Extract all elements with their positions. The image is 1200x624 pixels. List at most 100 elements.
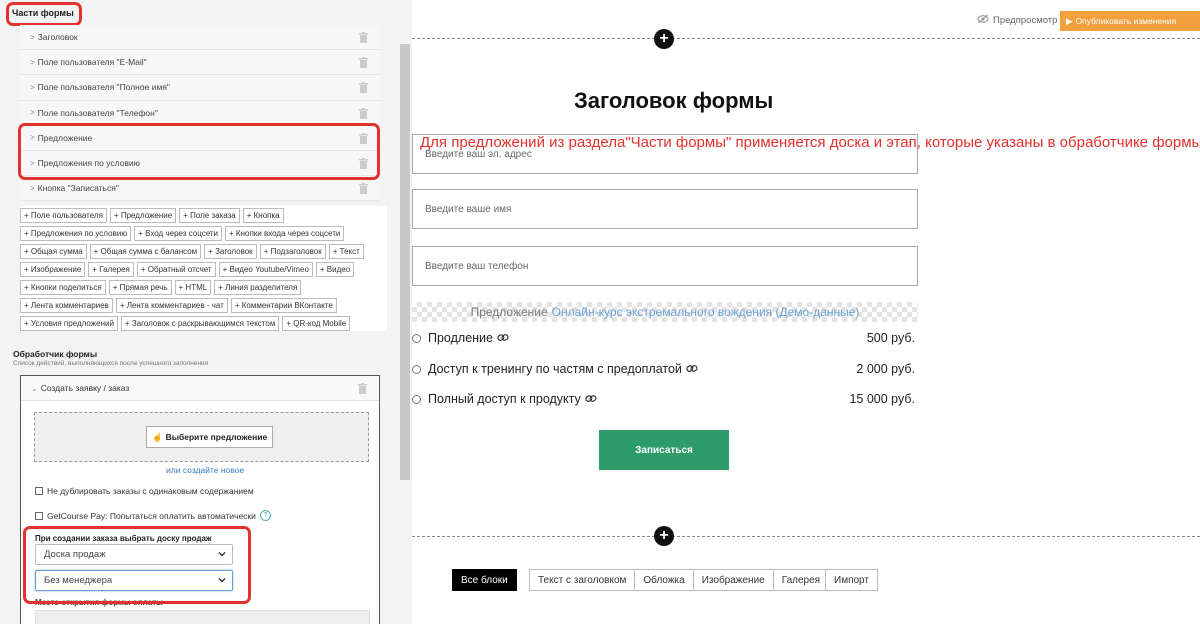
- eye-slash-icon: [977, 14, 989, 27]
- offer-course-name[interactable]: Онлайн-курс экстремального вождения (Дем…: [552, 305, 860, 319]
- offer-radio[interactable]: [412, 333, 421, 343]
- tab-cover[interactable]: Обложка: [635, 569, 694, 591]
- handler-title: Обработчик формы: [13, 349, 98, 359]
- tab-image[interactable]: Изображение: [693, 569, 774, 591]
- add-part-button[interactable]: + Галерея: [88, 262, 134, 277]
- chevron-right-icon: >: [30, 32, 35, 42]
- add-part-button[interactable]: + Прямая речь: [108, 280, 172, 295]
- add-part-button[interactable]: + Поле пользователя: [20, 208, 107, 223]
- trash-icon[interactable]: [359, 183, 368, 196]
- left-panel-scrollbar[interactable]: [400, 44, 410, 480]
- offer-price: 500 руб.: [866, 331, 915, 345]
- offer-option[interactable]: Доступ к тренингу по частям с предоплато…: [412, 359, 915, 379]
- add-part-button[interactable]: + Подзаголовок: [259, 244, 326, 259]
- add-part-button[interactable]: + Линия разделителя: [214, 280, 302, 295]
- getcourse-pay-label: GetCourse Pay: Попытаться оплатить автом…: [47, 510, 256, 521]
- link-icon: [585, 392, 597, 406]
- part-label: Поле пользователя "Полное имя": [37, 82, 170, 93]
- offer-option[interactable]: Полный доступ к продукту 15 000 руб.: [412, 389, 915, 409]
- highlight-board-selects: [23, 526, 251, 604]
- add-part-button[interactable]: + Условия предложений: [20, 316, 118, 331]
- handler-subtitle: Список действий, выполняющихся после усп…: [13, 360, 209, 367]
- part-row-phone[interactable]: > Поле пользователя "Телефон": [20, 100, 380, 126]
- chevron-right-icon: >: [30, 82, 35, 92]
- part-row-email[interactable]: > Поле пользователя "E-Mail": [20, 50, 380, 76]
- offer-drop-zone: ☝ Выберите предложение: [34, 412, 369, 462]
- preview-label: Предпросмотр: [993, 15, 1058, 26]
- part-label: Поле пользователя "Телефон": [37, 107, 158, 118]
- no-duplicates-checkbox[interactable]: [35, 487, 43, 495]
- add-part-button[interactable]: + Кнопки входа через соцсети: [225, 226, 345, 241]
- offer-name: Полный доступ к продукту: [428, 392, 581, 406]
- add-part-button[interactable]: + Кнопка: [242, 208, 284, 223]
- chevron-down-icon: ⌄: [31, 383, 38, 393]
- no-duplicates-label: Не дублировать заказы с одинаковым содер…: [47, 486, 254, 496]
- trash-icon[interactable]: [359, 82, 368, 95]
- part-label: Кнопка "Записаться": [37, 183, 119, 194]
- part-row-title[interactable]: > Заголовок: [20, 25, 380, 51]
- add-part-button[interactable]: + Заголовок с раскрывающимся текстом: [120, 316, 280, 331]
- part-label: Заголовок: [37, 32, 78, 43]
- publish-button[interactable]: ▶ Опубликовать изменения: [1060, 11, 1200, 31]
- name-field[interactable]: Введите ваше имя: [412, 189, 918, 229]
- create-new-link[interactable]: или создайте новое: [166, 465, 244, 475]
- add-part-button[interactable]: + HTML: [174, 280, 212, 295]
- trash-icon[interactable]: [359, 107, 368, 121]
- getcourse-pay-option[interactable]: GetCourse Pay: Попытаться оплатить автом…: [35, 510, 271, 521]
- offer-radio[interactable]: [412, 364, 421, 374]
- annotation-text: Для предложений из раздела"Части формы" …: [420, 134, 1200, 151]
- trash-icon[interactable]: [359, 32, 368, 45]
- add-block-bottom-icon[interactable]: +: [654, 526, 674, 546]
- offer-name: Доступ к тренингу по частям с предоплато…: [428, 362, 682, 376]
- play-icon: ▶: [1066, 15, 1073, 26]
- add-part-button[interactable]: + Предложения по условию: [20, 226, 132, 241]
- phone-field[interactable]: Введите ваш телефон: [412, 246, 918, 286]
- add-part-button[interactable]: + Поле заказа: [179, 208, 240, 223]
- import-button[interactable]: Импорт: [825, 569, 878, 591]
- add-part-button[interactable]: + Видео Youtube/Vimeo: [218, 262, 313, 277]
- no-duplicates-option[interactable]: Не дублировать заказы с одинаковым содер…: [35, 486, 254, 496]
- chevron-right-icon: >: [30, 108, 35, 118]
- add-part-button[interactable]: + Видео: [315, 262, 355, 277]
- import-group: Импорт: [825, 569, 878, 591]
- add-part-button[interactable]: + Обратный отсчет: [136, 262, 216, 277]
- add-parts-area: + Поле пользователя + Предложение + Поле з…: [20, 206, 387, 331]
- getcourse-pay-checkbox[interactable]: [35, 511, 43, 520]
- add-part-button[interactable]: + Кнопки поделиться: [20, 280, 106, 295]
- pick-offer-button[interactable]: ☝ Выберите предложение: [146, 426, 274, 448]
- link-icon: [497, 331, 509, 345]
- tab-gallery[interactable]: Галерея: [773, 569, 830, 591]
- add-block-top-icon[interactable]: +: [654, 29, 674, 49]
- trash-icon[interactable]: [359, 57, 368, 70]
- trash-icon[interactable]: [358, 383, 367, 396]
- add-part-button[interactable]: + Общая сумма: [20, 244, 87, 259]
- add-part-button[interactable]: + Комментарии ВКонтакте: [230, 298, 337, 313]
- add-part-button[interactable]: + Общая сумма с балансом: [89, 244, 202, 259]
- add-part-button[interactable]: + Текст: [328, 244, 364, 259]
- phone-placeholder: Введите ваш телефон: [425, 260, 529, 272]
- add-part-button[interactable]: + Заголовок: [204, 244, 257, 259]
- offer-option[interactable]: Продление 500 руб.: [412, 328, 915, 348]
- offer-name: Продление: [428, 331, 493, 345]
- publish-label: Опубликовать изменения: [1075, 16, 1177, 26]
- add-part-button[interactable]: + QR-код Mobile: [282, 316, 351, 331]
- chevron-right-icon: >: [30, 57, 35, 67]
- preview-button[interactable]: Предпросмотр: [977, 14, 1057, 27]
- part-row-fullname[interactable]: > Поле пользователя "Полное имя": [20, 75, 380, 101]
- highlight-offer-rows: [18, 123, 380, 180]
- help-icon[interactable]: ?: [259, 510, 271, 521]
- add-part-button[interactable]: + Лента комментариев - чат: [115, 298, 228, 313]
- offer-radio[interactable]: [412, 394, 421, 404]
- tab-all-blocks[interactable]: Все блоки: [452, 569, 517, 591]
- add-part-button[interactable]: + Предложение: [109, 208, 177, 223]
- tab-text-with-title[interactable]: Текст с заголовком: [529, 569, 636, 591]
- submit-button[interactable]: Записаться: [599, 430, 729, 470]
- add-part-button[interactable]: + Изображение: [20, 262, 86, 277]
- payment-form-select[interactable]: [35, 610, 370, 624]
- add-part-button[interactable]: + Вход через соцсети: [134, 226, 223, 241]
- handler-action-header[interactable]: ⌄ Создать заявку / заказ: [21, 376, 379, 401]
- link-icon: [686, 362, 698, 376]
- form-editor-panel: Части формы > Заголовок > Поле пользовател…: [0, 0, 412, 624]
- add-part-button[interactable]: + Лента комментариев: [20, 298, 113, 313]
- offer-prefix: Предложение: [470, 305, 548, 319]
